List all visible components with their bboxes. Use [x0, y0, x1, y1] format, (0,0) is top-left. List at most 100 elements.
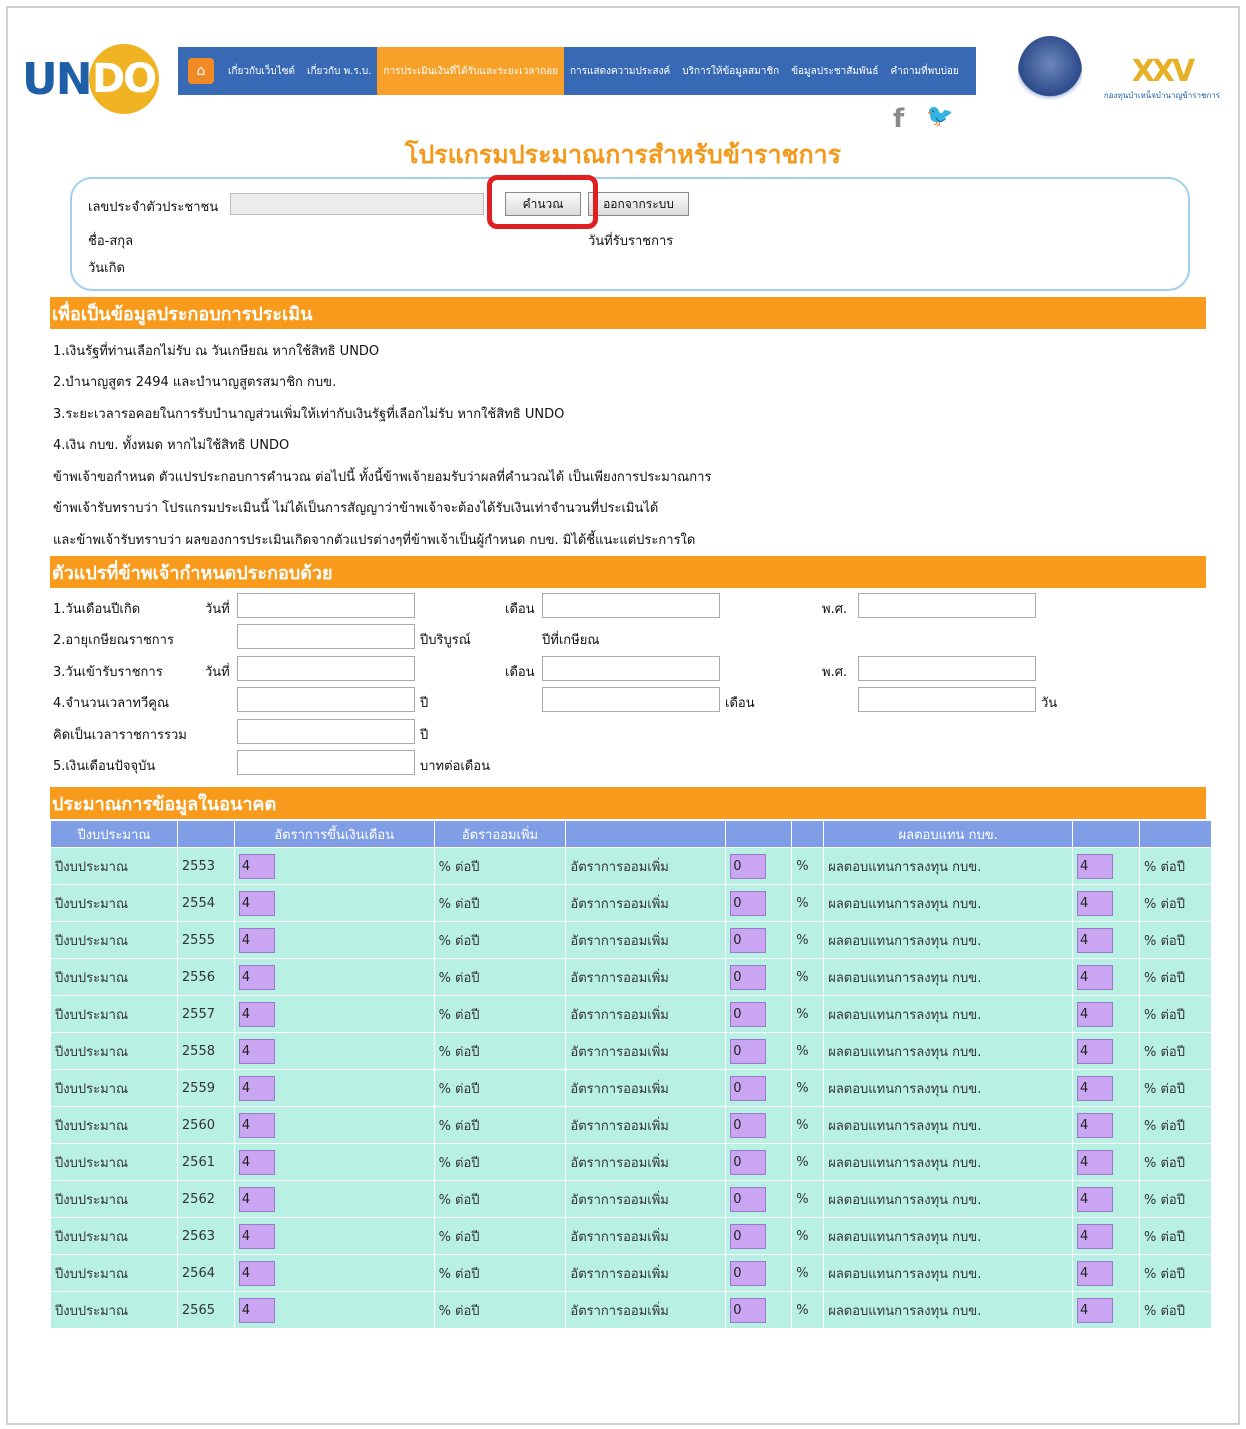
- page-title: โปรแกรมประมาณการสำหรับข้าราชการ: [404, 140, 842, 169]
- return-cell: 4: [1072, 958, 1140, 996]
- logo-un-text: UN: [22, 53, 93, 105]
- return-cell: 4: [1072, 1032, 1140, 1070]
- gpf-return-input[interactable]: 4: [1077, 1038, 1114, 1064]
- salary-raise-input[interactable]: 4: [238, 1297, 275, 1323]
- gpf-return-input[interactable]: 4: [1077, 853, 1114, 879]
- save-cell: 0: [725, 958, 793, 996]
- home-icon[interactable]: ⌂: [188, 58, 214, 84]
- service-day-label: วันที่: [205, 665, 230, 680]
- extra-save-input[interactable]: 0: [730, 1075, 767, 1101]
- salary-raise-input[interactable]: 4: [238, 1223, 275, 1249]
- salary-raise-input[interactable]: 4: [238, 890, 275, 916]
- gpf-return-input[interactable]: 4: [1077, 1297, 1114, 1323]
- nav-item-member-service[interactable]: บริการให้ข้อมูลสมาชิก: [676, 47, 785, 95]
- total-service-input[interactable]: [237, 719, 415, 744]
- col-header-fiscal-year: ปีงบประมาณ: [50, 820, 178, 848]
- save-label: อัตราการออมเพิ่ม: [565, 958, 727, 996]
- save-cell: 0: [725, 1032, 793, 1070]
- nav-item-about-act[interactable]: เกี่ยวกับ พ.ร.บ.: [301, 47, 377, 95]
- citizen-id-input[interactable]: [230, 193, 484, 215]
- table-row: ปีงบประมาณ 2561 4% ต่อปี อัตราการออมเพิ่ม 0%…: [50, 1143, 1213, 1181]
- birth-month-input[interactable]: [542, 593, 720, 618]
- salary-input[interactable]: [237, 750, 415, 775]
- save-label: อัตราการออมเพิ่ม: [565, 1143, 727, 1181]
- twitter-icon[interactable]: 🐦: [926, 104, 953, 134]
- save-cell: 0: [725, 1254, 793, 1292]
- info-line-4: 4.เงิน กบข. ทั้งหมด หากไม่ใช้สิทธิ UNDO: [53, 438, 290, 453]
- row-label: ปีงบประมาณ: [50, 884, 178, 922]
- birth-day-input[interactable]: [237, 593, 415, 618]
- social-links: f 🐦: [893, 104, 954, 134]
- extra-save-input[interactable]: 0: [730, 853, 767, 879]
- return-cell: 4: [1072, 995, 1140, 1033]
- row-label: ปีงบประมาณ: [50, 1069, 178, 1107]
- service-day-input[interactable]: [237, 656, 415, 681]
- logout-button[interactable]: ออกจากระบบ: [588, 192, 689, 216]
- return-unit: % ต่อปี: [1138, 921, 1213, 959]
- salary-raise-input[interactable]: 4: [238, 964, 275, 990]
- save-cell: 0: [725, 1069, 793, 1107]
- gpf-return-input[interactable]: 4: [1077, 1112, 1114, 1138]
- extra-save-input[interactable]: 0: [730, 927, 767, 953]
- extra-save-input[interactable]: 0: [730, 1112, 767, 1138]
- multiplier-years-input[interactable]: [237, 687, 415, 712]
- gpf-return-input[interactable]: 4: [1077, 890, 1114, 916]
- extra-save-input[interactable]: 0: [730, 1001, 767, 1027]
- gpf-return-input[interactable]: 4: [1077, 964, 1114, 990]
- extra-save-input[interactable]: 0: [730, 1149, 767, 1175]
- save-unit: %: [791, 884, 825, 922]
- raise-unit: % ต่อปี: [433, 847, 567, 885]
- raise-unit: % ต่อปี: [433, 884, 567, 922]
- extra-save-input[interactable]: 0: [730, 1297, 767, 1323]
- extra-save-input[interactable]: 0: [730, 890, 767, 916]
- birth-year-input[interactable]: [858, 593, 1036, 618]
- gpf-return-input[interactable]: 4: [1077, 1149, 1114, 1175]
- table-row: ปีงบประมาณ 2560 4% ต่อปี อัตราการออมเพิ่ม 0%…: [50, 1106, 1213, 1144]
- multiplier-months-input[interactable]: [542, 687, 720, 712]
- salary-raise-input[interactable]: 4: [238, 1038, 275, 1064]
- nav-item-faq[interactable]: คำถามที่พบบ่อย: [884, 47, 964, 95]
- retire-age-input[interactable]: [237, 624, 415, 649]
- gpf-return-input[interactable]: 4: [1077, 1075, 1114, 1101]
- multiplier-day-unit: วัน: [1041, 696, 1058, 711]
- save-label: อัตราการออมเพิ่ม: [565, 1180, 727, 1218]
- nav-item-evaluation[interactable]: การประเมินเงินที่ได้รับและระยะเวลาถอย: [377, 47, 564, 95]
- salary-raise-input[interactable]: 4: [238, 1001, 275, 1027]
- extra-save-input[interactable]: 0: [730, 964, 767, 990]
- gpf-return-input[interactable]: 4: [1077, 1260, 1114, 1286]
- gpf-return-input[interactable]: 4: [1077, 1001, 1114, 1027]
- gpf-return-input[interactable]: 4: [1077, 927, 1114, 953]
- salary-raise-input[interactable]: 4: [238, 1112, 275, 1138]
- salary-raise-input[interactable]: 4: [238, 1149, 275, 1175]
- row-label: ปีงบประมาณ: [50, 1254, 178, 1292]
- salary-raise-input[interactable]: 4: [238, 1260, 275, 1286]
- extra-save-input[interactable]: 0: [730, 1223, 767, 1249]
- row-year: 2553: [176, 847, 235, 885]
- row-year: 2564: [176, 1254, 235, 1292]
- service-year-input[interactable]: [858, 656, 1036, 681]
- future-section-heading: ประมาณการข้อมูลในอนาคต: [50, 787, 1206, 819]
- extra-save-input[interactable]: 0: [730, 1186, 767, 1212]
- extra-save-input[interactable]: 0: [730, 1038, 767, 1064]
- gpf-return-input[interactable]: 4: [1077, 1186, 1114, 1212]
- nav-item-intent[interactable]: การแสดงความประสงค์: [564, 47, 676, 95]
- multiplier-days-input[interactable]: [858, 687, 1036, 712]
- service-start-label: วันที่รับราชการ: [588, 234, 674, 249]
- salary-raise-input[interactable]: 4: [238, 1075, 275, 1101]
- facebook-icon[interactable]: f: [893, 104, 904, 134]
- row-label: ปีงบประมาณ: [50, 1032, 178, 1070]
- table-row: ปีงบประมาณ 2564 4% ต่อปี อัตราการออมเพิ่ม 0%…: [50, 1254, 1213, 1292]
- salary-raise-input[interactable]: 4: [238, 927, 275, 953]
- extra-save-input[interactable]: 0: [730, 1260, 767, 1286]
- row-label: ปีงบประมาณ: [50, 1217, 178, 1255]
- nav-item-about-site[interactable]: เกี่ยวกับเว็บไซต์: [222, 47, 301, 95]
- return-unit: % ต่อปี: [1138, 1217, 1213, 1255]
- return-label: ผลตอบแทนการลงทุน กบข.: [823, 1291, 1074, 1329]
- service-month-input[interactable]: [542, 656, 720, 681]
- salary-raise-input[interactable]: 4: [238, 1186, 275, 1212]
- gpf-return-input[interactable]: 4: [1077, 1223, 1114, 1249]
- undo-logo[interactable]: UN DO: [22, 44, 159, 114]
- save-cell: 0: [725, 1217, 793, 1255]
- nav-item-pr[interactable]: ข้อมูลประชาสัมพันธ์: [785, 47, 884, 95]
- salary-raise-input[interactable]: 4: [238, 853, 275, 879]
